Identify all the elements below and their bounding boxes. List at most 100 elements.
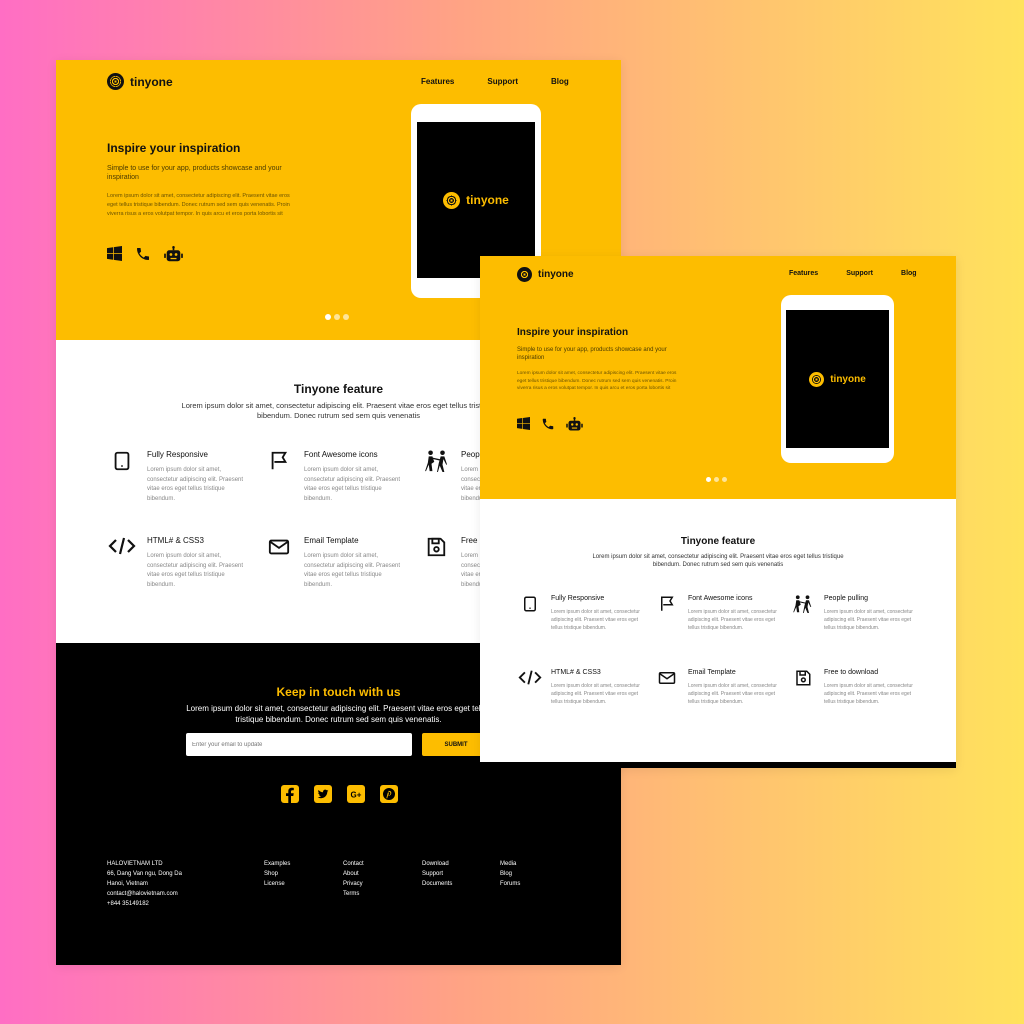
footer-link[interactable]: Download <box>422 859 452 869</box>
nav-blog[interactable]: Blog <box>551 77 569 86</box>
footer-link[interactable]: Media <box>500 859 520 869</box>
carousel-dot[interactable] <box>343 314 349 320</box>
footer-link[interactable]: About <box>343 869 364 879</box>
email-input[interactable] <box>186 733 412 756</box>
footer-link[interactable]: Forums <box>500 879 520 889</box>
feature-text: Lorem ipsum dolor sit amet, consectetur … <box>824 609 913 631</box>
tablet-brand-name: tinyone <box>830 373 866 385</box>
phone-icon <box>541 417 555 432</box>
carousel-dots <box>706 477 727 482</box>
footer-links-column: Contact About Privacy Terms <box>343 859 364 899</box>
feature-item: Free to download Lorem ipsum dolor sit a… <box>794 669 919 729</box>
feature-text: Lorem ipsum dolor sit amet, consectetur … <box>147 553 244 588</box>
fingerprint-logo-icon <box>517 267 532 282</box>
carousel-dot[interactable] <box>714 477 719 482</box>
facebook-icon[interactable] <box>281 785 299 803</box>
feature-text: Lorem ipsum dolor sit amet, consectetur … <box>551 683 640 705</box>
windows-icon <box>107 246 122 263</box>
footer-link[interactable]: Contact <box>343 859 364 869</box>
hero-title: Inspire your inspiration <box>107 141 241 155</box>
footer-links-column: Download Support Documents <box>422 859 452 889</box>
feature-title: Font Awesome icons <box>688 595 753 602</box>
nav-support[interactable]: Support <box>487 77 518 86</box>
feature-text: Lorem ipsum dolor sit amet, consectetur … <box>688 683 777 705</box>
features-intro: Lorem ipsum dolor sit amet, consectetur … <box>181 401 496 421</box>
feature-item: Font Awesome icons Lorem ipsum dolor sit… <box>658 595 783 655</box>
feature-item: HTML# & CSS3 Lorem ipsum dolor sit amet,… <box>108 536 256 606</box>
pinterest-icon[interactable] <box>380 785 398 803</box>
feature-text: Lorem ipsum dolor sit amet, consectetur … <box>688 609 777 631</box>
feature-item: Font Awesome icons Lorem ipsum dolor sit… <box>268 450 413 520</box>
carousel-dot[interactable] <box>706 477 711 482</box>
brand-name: tinyone <box>130 74 173 89</box>
floppy-disk-icon <box>425 536 447 563</box>
footer-link[interactable]: Documents <box>422 879 452 889</box>
footer-link[interactable]: Shop <box>264 869 290 879</box>
feature-item: People pulling Lorem ipsum dolor sit ame… <box>793 595 918 655</box>
company-email[interactable]: contact@halovietnam.com <box>107 889 182 899</box>
carousel-dot[interactable] <box>722 477 727 482</box>
phone-screen: tinyone <box>417 122 535 278</box>
nav-features[interactable]: Features <box>421 77 454 86</box>
brand-logo[interactable]: tinyone <box>517 267 574 282</box>
svg-text:G+: G+ <box>351 791 362 800</box>
people-pulling-icon <box>793 595 813 618</box>
footer-links-column: Media Blog Forums <box>500 859 520 889</box>
company-name: HALOVIETNAM LTD <box>107 861 163 867</box>
hero-description: Lorem ipsum dolor sit amet, consectetur … <box>107 193 290 217</box>
phone-icon <box>135 246 151 263</box>
feature-title-clipped: Peop <box>461 450 480 459</box>
feature-title: Email Template <box>688 669 736 676</box>
brand-logo[interactable]: tinyone <box>107 73 173 90</box>
footer-link[interactable]: Support <box>422 869 452 879</box>
robot-icon <box>164 246 183 263</box>
footer-link[interactable]: Examples <box>264 859 290 869</box>
footer-link[interactable]: Terms <box>343 889 364 899</box>
code-icon <box>108 536 136 561</box>
contact-intro: Lorem ipsum dolor sit amet, consectetur … <box>186 704 491 724</box>
fingerprint-logo-icon <box>809 371 825 387</box>
main-nav: Features Support Blog <box>421 77 569 86</box>
people-pulling-icon <box>425 450 449 477</box>
feature-title: Email Template <box>304 536 359 545</box>
company-phone: +844 35149182 <box>107 901 149 907</box>
nav-features[interactable]: Features <box>789 270 818 277</box>
main-nav: Features Support Blog <box>789 270 917 277</box>
tablet-icon <box>521 595 539 618</box>
feature-item: Email Template Lorem ipsum dolor sit ame… <box>268 536 413 606</box>
feature-title: Free to download <box>824 669 879 676</box>
google-plus-icon[interactable]: G+ <box>347 785 365 803</box>
twitter-icon[interactable] <box>314 785 332 803</box>
hero-section: tinyone Features Support Blog Inspire yo… <box>480 256 956 499</box>
nav-support[interactable]: Support <box>846 270 873 277</box>
footer-link[interactable]: License <box>264 879 290 889</box>
feature-item: Fully Responsive Lorem ipsum dolor sit a… <box>111 450 256 520</box>
carousel-dot[interactable] <box>334 314 340 320</box>
feature-title: Font Awesome icons <box>304 450 378 459</box>
feature-text: Lorem ipsum dolor sit amet, consectetur … <box>147 467 244 502</box>
floppy-disk-icon <box>794 669 812 692</box>
footer-link[interactable]: Blog <box>500 869 520 879</box>
hero-platform-icons <box>517 417 583 432</box>
feature-text: Lorem ipsum dolor sit amet, consectetur … <box>824 683 913 705</box>
footer-link[interactable]: Privacy <box>343 879 364 889</box>
company-address: 66, Dang Van ngu, Dong Da <box>107 871 182 877</box>
feature-title: HTML# & CSS3 <box>147 536 204 545</box>
hero-subtitle: Simple to use for your app, products sho… <box>517 347 667 362</box>
envelope-icon <box>658 669 676 692</box>
feature-item: Email Template Lorem ipsum dolor sit ame… <box>658 669 783 729</box>
feature-item: HTML# & CSS3 Lorem ipsum dolor sit amet,… <box>518 669 646 729</box>
feature-title: Fully Responsive <box>147 450 208 459</box>
flag-icon <box>268 450 290 477</box>
fingerprint-logo-icon <box>107 73 124 90</box>
feature-text: Lorem ipsum dolor sit amet, consectetur … <box>304 553 401 588</box>
features-title: Tinyone feature <box>680 536 756 547</box>
nav-blog[interactable]: Blog <box>901 270 917 277</box>
envelope-icon <box>268 536 290 563</box>
carousel-dot[interactable] <box>325 314 331 320</box>
features-section: Tinyone feature Lorem ipsum dolor sit am… <box>480 499 956 762</box>
carousel-dots <box>325 314 349 320</box>
feature-title: People pulling <box>824 595 868 602</box>
phone-brand-name: tinyone <box>466 193 509 207</box>
tablet-icon <box>111 450 133 477</box>
